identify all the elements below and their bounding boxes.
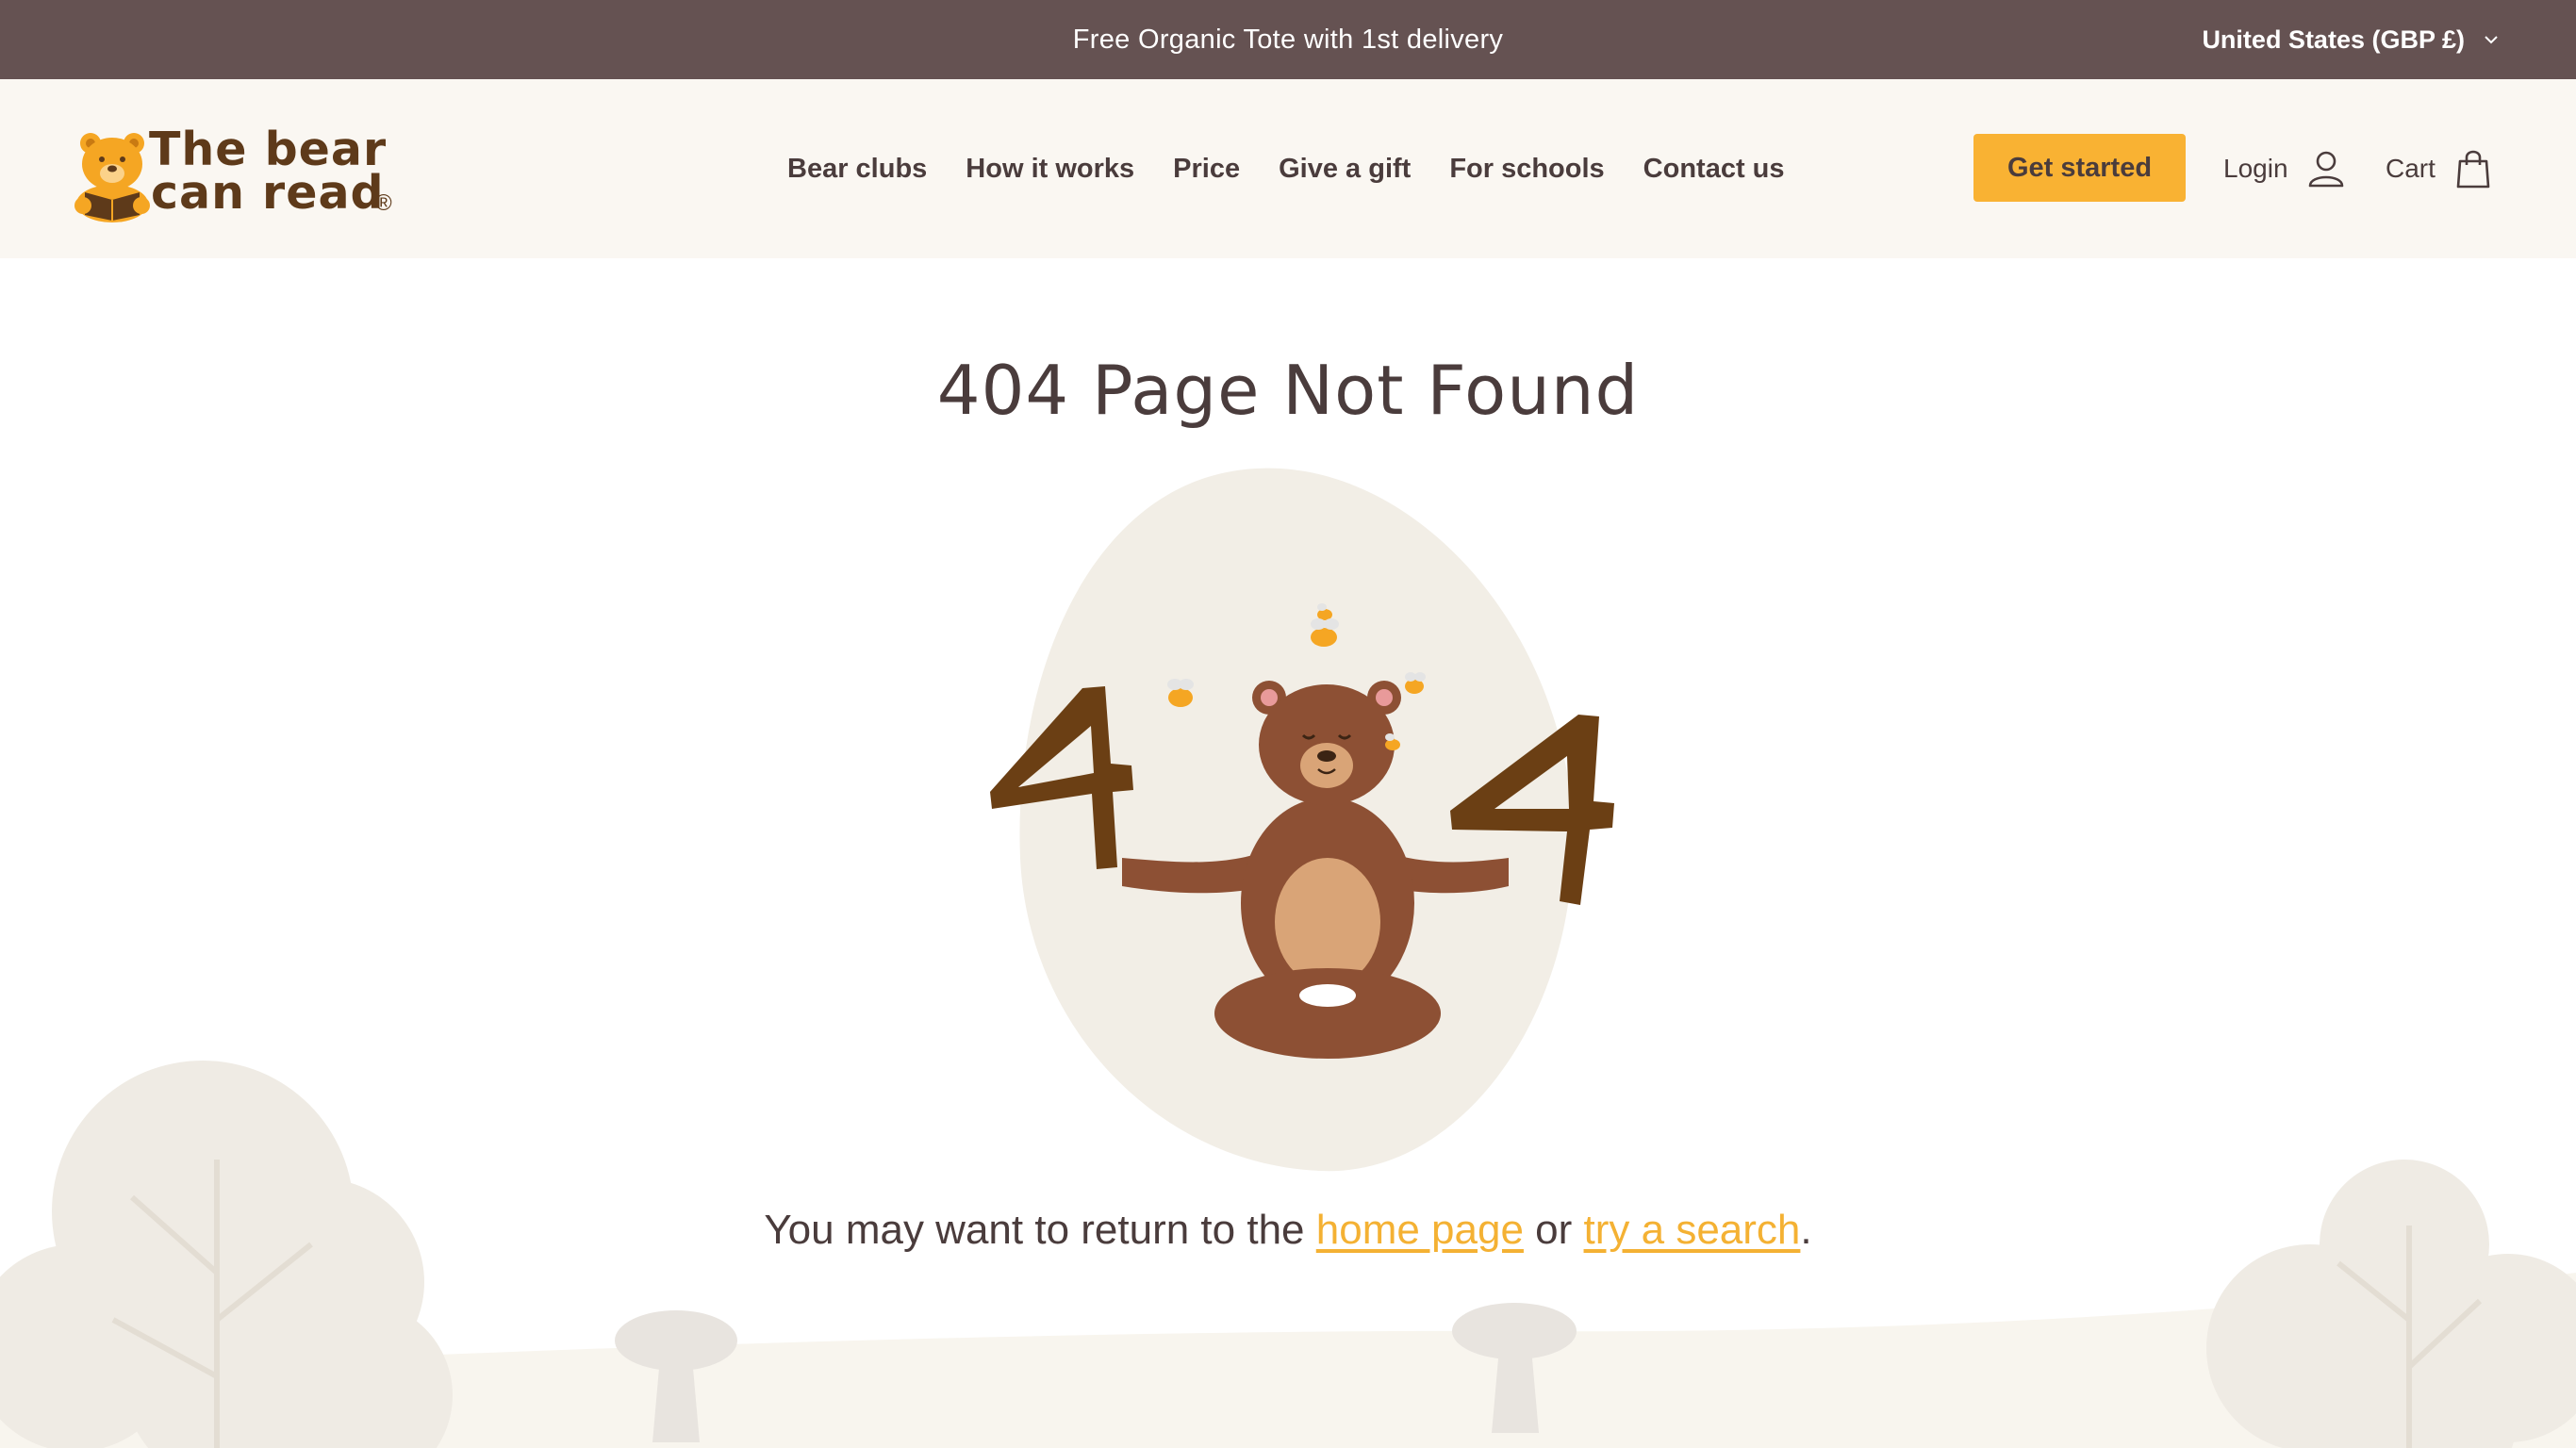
user-icon bbox=[2308, 151, 2343, 188]
nav-item-contact-us[interactable]: Contact us bbox=[1643, 154, 1785, 185]
message-suffix: . bbox=[1800, 1207, 1812, 1253]
shopping-bag-icon bbox=[2456, 150, 2490, 189]
nav-item-bear-clubs[interactable]: Bear clubs bbox=[787, 154, 927, 185]
not-found-message: You may want to return to the home page … bbox=[0, 1207, 2576, 1254]
country-selector[interactable]: United States (GBP £) bbox=[2202, 0, 2501, 79]
nav-item-for-schools[interactable]: For schools bbox=[1449, 154, 1604, 185]
main-nav: Bear clubs How it works Price Give a gif… bbox=[787, 79, 1785, 258]
country-selector-label: United States (GBP £) bbox=[2202, 25, 2465, 54]
registered-mark: ® bbox=[375, 190, 392, 216]
bear-404-illustration bbox=[990, 468, 1614, 1172]
page-title: 404 Page Not Found bbox=[936, 351, 1640, 430]
bear-logo-icon bbox=[74, 133, 150, 222]
site-logo[interactable]: The bear can read ® bbox=[72, 123, 411, 222]
message-middle: or bbox=[1535, 1207, 1573, 1253]
get-started-button[interactable]: Get started bbox=[1973, 134, 2186, 202]
nav-item-how-it-works[interactable]: How it works bbox=[966, 154, 1134, 185]
chevron-down-icon bbox=[2485, 36, 2498, 44]
cart-label: Cart bbox=[2386, 154, 2436, 183]
search-link[interactable]: try a search bbox=[1584, 1207, 1801, 1253]
login-label: Login bbox=[2223, 154, 2288, 183]
announcement-text: Free Organic Tote with 1st delivery bbox=[1072, 25, 1504, 55]
site-header: The bear can read ® Bear clubs How it wo… bbox=[0, 79, 2576, 258]
message-prefix: You may want to return to the bbox=[764, 1207, 1305, 1253]
home-page-link[interactable]: home page bbox=[1316, 1207, 1524, 1253]
logo-text-line2: can read bbox=[151, 166, 385, 220]
nav-item-price[interactable]: Price bbox=[1173, 154, 1240, 185]
announcement-bar: Free Organic Tote with 1st delivery Unit… bbox=[0, 0, 2576, 79]
nav-item-give-a-gift[interactable]: Give a gift bbox=[1279, 154, 1411, 185]
bee-icon bbox=[1167, 679, 1194, 707]
cart-link[interactable]: Cart bbox=[2386, 79, 2494, 258]
login-link[interactable]: Login bbox=[2223, 79, 2347, 258]
